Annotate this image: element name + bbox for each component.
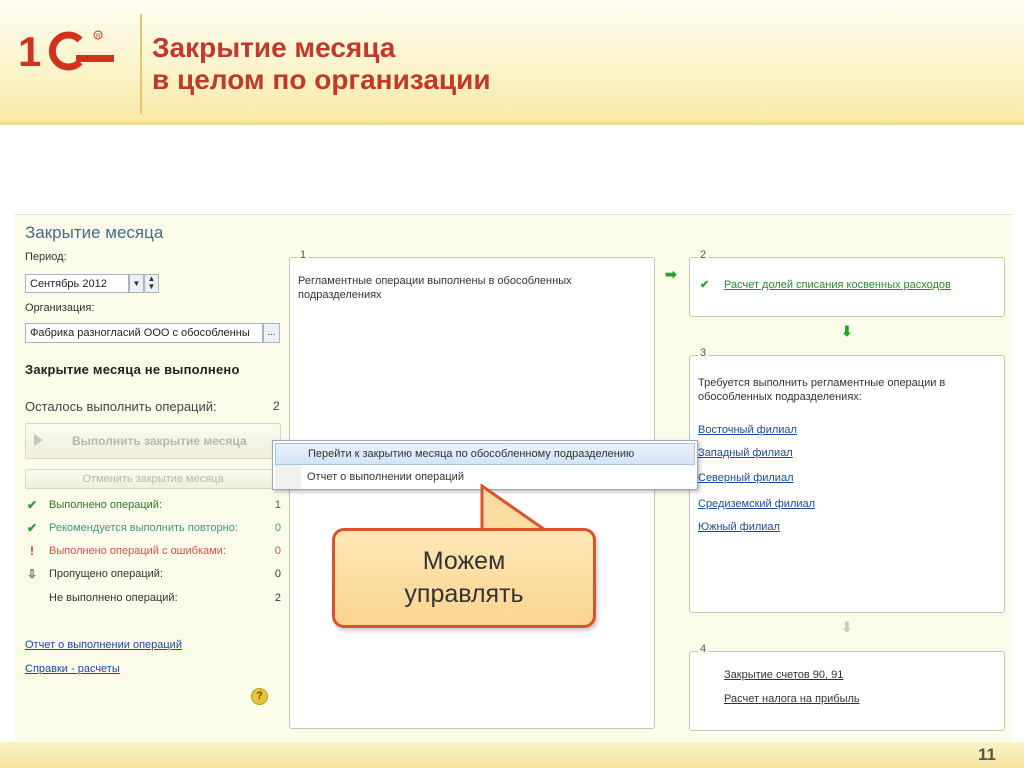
- run-closing-label: Выполнить закрытие месяца: [72, 434, 247, 448]
- stat-count: 0: [274, 522, 281, 534]
- callout-text: Можем управлять: [335, 545, 593, 611]
- branch-link-north[interactable]: Северный филиал: [698, 472, 794, 484]
- 1c-logo-icon: 1 R: [18, 28, 114, 74]
- branch-link-south[interactable]: Южный филиал: [698, 521, 780, 533]
- cancel-closing-button[interactable]: Отменить закрытие месяца: [25, 469, 281, 489]
- closing-status: Закрытие месяца не выполнено: [25, 362, 240, 377]
- panel-1-text: Регламентные операции выполнены в обособ…: [298, 275, 572, 301]
- check-icon: ✔: [26, 521, 38, 535]
- callout-line1: Можем: [422, 547, 506, 575]
- svg-text:1: 1: [18, 28, 41, 74]
- stat-label: Рекомендуется выполнить повторно:: [49, 522, 238, 534]
- check-icon: ✔: [26, 498, 38, 512]
- organization-label: Организация:: [25, 302, 95, 314]
- report-link[interactable]: Отчет о выполнении операций: [25, 639, 182, 651]
- arrow-down-icon: ⇩: [26, 567, 38, 581]
- panel-step-2: 2 ✔ Расчет долей списания косвенных расх…: [689, 249, 1005, 317]
- slide-title-line2: в целом по организации: [152, 64, 491, 95]
- stat-label: Не выполнено операций:: [49, 592, 178, 604]
- stat-label: Выполнено операций с ошибками:: [49, 545, 226, 557]
- stat-row-done: ✔ Выполнено операций: 1: [25, 498, 281, 515]
- stat-label: Выполнено операций:: [49, 499, 163, 511]
- help-calculations-link[interactable]: Справки - расчеты: [25, 663, 120, 675]
- header-divider: [140, 14, 142, 114]
- stat-row-errors: ! Выполнено операций с ошибками: 0: [25, 544, 281, 561]
- arrow-down-icon: ⬇: [841, 619, 853, 635]
- branch-link-mediterranean[interactable]: Средиземский филиал: [698, 498, 815, 510]
- period-stepper-button[interactable]: ▲ ▼: [144, 274, 159, 293]
- arrow-down-icon: ⬇: [841, 323, 853, 339]
- callout-pointer: [480, 484, 553, 534]
- help-icon[interactable]: ?: [251, 688, 268, 705]
- stat-row-repeat: ✔ Рекомендуется выполнить повторно: 0: [25, 521, 281, 538]
- svg-text:R: R: [96, 34, 101, 40]
- stat-count: 1: [274, 499, 281, 511]
- callout-bubble: Можем управлять: [332, 528, 596, 628]
- run-closing-button[interactable]: Выполнить закрытие месяца: [25, 423, 281, 459]
- panel-number: 1: [298, 249, 309, 261]
- cost-share-link[interactable]: Расчет долей списания косвенных расходов: [724, 278, 951, 292]
- close-accounts-item[interactable]: Закрытие счетов 90, 91: [724, 668, 843, 682]
- header-underline: [0, 122, 1024, 125]
- period-dropdown-button[interactable]: ▼: [129, 274, 144, 293]
- stat-count: 0: [274, 568, 281, 580]
- organization-field[interactable]: Фабрика разногласий ООО с обособленны: [25, 323, 263, 343]
- stat-count: 0: [274, 545, 281, 557]
- form-title: Закрытие месяца: [25, 223, 164, 242]
- callout-line2: управлять: [404, 580, 524, 608]
- panel-number: 4: [698, 643, 709, 655]
- play-icon: [34, 434, 43, 446]
- panel-step-1: 1 Регламентные операции выполнены в обос…: [289, 249, 655, 729]
- slide-title: Закрытие месяца в целом по организации: [152, 32, 491, 96]
- slide-footer: [0, 742, 1024, 768]
- remaining-operations-label: Осталось выполнить операций:: [25, 399, 217, 414]
- panel-3-text: Требуется выполнить регламентные операци…: [698, 377, 946, 403]
- stat-row-skipped: ⇩ Пропущено операций: 0: [25, 567, 281, 584]
- arrow-right-icon: ➡: [665, 266, 677, 282]
- period-field[interactable]: Сентябрь 2012: [25, 274, 129, 293]
- branch-link-west[interactable]: Западный филиал: [698, 447, 793, 459]
- organization-select-button[interactable]: ...: [263, 323, 280, 343]
- branch-link-east[interactable]: Восточный филиал: [698, 424, 797, 436]
- actions-dropdown-menu: Перейти к закрытию месяца по обособленно…: [272, 440, 698, 490]
- stat-count: 2: [274, 592, 281, 604]
- menu-item-go-to-branch-closing[interactable]: Перейти к закрытию месяца по обособленно…: [275, 443, 695, 465]
- profit-tax-item[interactable]: Расчет налога на прибыль: [724, 692, 860, 706]
- stat-row-not-done: Не выполнено операций: 2: [25, 592, 281, 608]
- slide-title-line1: Закрытие месяца: [152, 32, 396, 63]
- panel-number: 3: [698, 347, 709, 359]
- check-icon: ✔: [700, 279, 710, 291]
- period-label: Период:: [25, 251, 67, 263]
- exclamation-icon: !: [30, 544, 34, 558]
- remaining-operations-count: 2: [273, 399, 280, 413]
- page-number: 11: [978, 745, 996, 764]
- panel-number: 2: [698, 249, 709, 261]
- stat-label: Пропущено операций:: [49, 568, 163, 580]
- panel-step-3: 3 Требуется выполнить регламентные опера…: [689, 347, 1005, 613]
- panel-step-4: 4 Закрытие счетов 90, 91 Расчет налога н…: [689, 643, 1005, 731]
